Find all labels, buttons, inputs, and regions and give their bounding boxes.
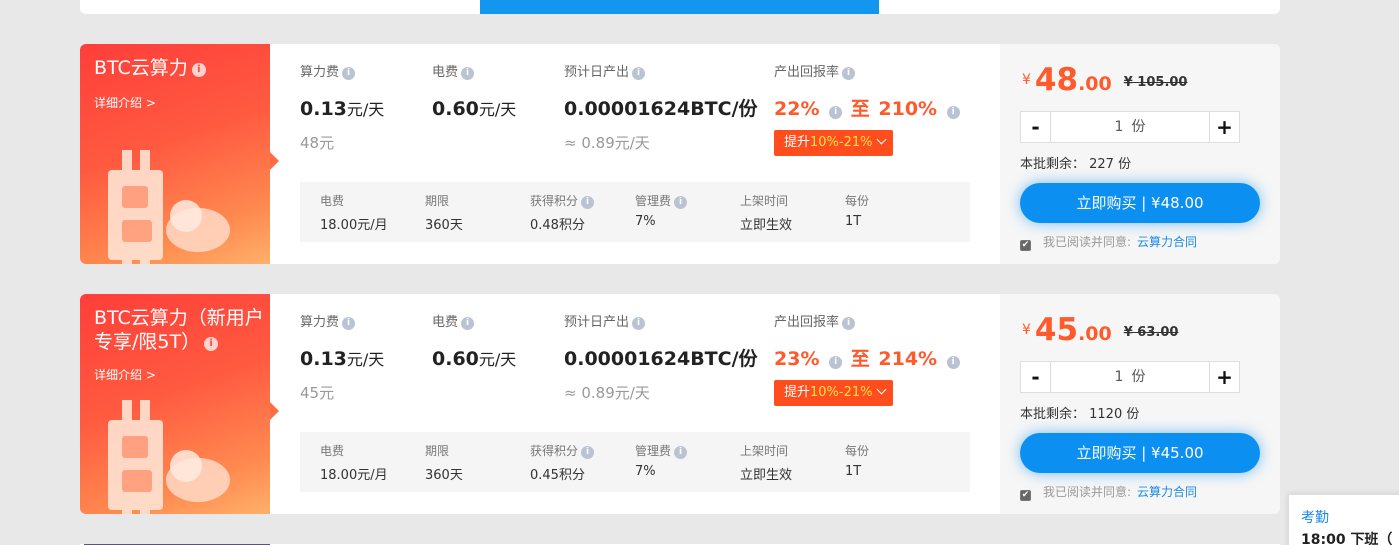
remaining-stock: 本批剩余： 1120 份 (1020, 407, 1140, 422)
spec-item: 管理费 i 7% (635, 192, 688, 229)
boost-dropdown-button[interactable]: 提升10%-21% (774, 380, 893, 406)
product-banner: BTC云算力 i 详细介绍 > (80, 44, 270, 264)
info-icon[interactable]: i (632, 67, 646, 80)
quantity-input[interactable]: 1份 (1052, 112, 1208, 142)
info-icon[interactable]: i (342, 67, 356, 80)
hash-fee-column: 算力费 i 0.13元/天 45元 (300, 315, 385, 402)
buy-now-button[interactable]: 立即购买 | ¥45.00 (1020, 433, 1260, 473)
info-icon[interactable]: i (842, 67, 856, 80)
agreement: ✔ 我已阅读并同意: 云算力合同 (1020, 485, 1198, 501)
price: ¥45.00 ¥ 63.00 (1022, 312, 1179, 348)
elec-fee-column: 电费 i 0.60元/天 (432, 315, 517, 370)
agree-checkbox[interactable]: ✔ (1020, 240, 1031, 251)
contract-link[interactable]: 云算力合同 (1137, 485, 1197, 499)
product-title: BTC云算力 i (94, 56, 264, 80)
decrement-button[interactable]: - (1021, 112, 1051, 142)
spec-item: 获得积分 i 0.45积分 (530, 442, 595, 483)
info-icon[interactable]: i (946, 356, 960, 369)
spec-item: 上架时间 立即生效 (740, 194, 793, 233)
banner-notch (270, 402, 279, 420)
info-icon[interactable]: i (461, 317, 475, 330)
product-stats: 算力费 i 0.13元/天 45元 电费 i 0.60元/天 预计日产出 i 0.00… (270, 294, 1000, 514)
top-tab-bar (80, 0, 1280, 14)
original-price: ¥ 105.00 (1123, 75, 1188, 90)
info-icon[interactable]: i (342, 317, 356, 330)
spec-item: 每份 1T (845, 444, 870, 479)
info-icon[interactable]: i (581, 446, 595, 459)
increment-button[interactable]: + (1209, 112, 1239, 142)
detail-link[interactable]: 详细介绍 > (94, 94, 156, 111)
popup-value: 18:00 下班（ (1301, 532, 1393, 545)
bitcoin-illustration-icon (108, 400, 230, 514)
product-title: BTC云算力（新用户专享/限5T） i (94, 307, 264, 353)
product-banner: BTC云算力（新用户专享/限5T） i 详细介绍 > (80, 294, 270, 514)
agreement: ✔ 我已阅读并同意: 云算力合同 (1020, 235, 1198, 251)
hash-fee-column: 算力费 i 0.13元/天 48元 (300, 65, 385, 152)
info-icon[interactable]: i (946, 106, 960, 119)
active-tab-indicator[interactable] (480, 0, 879, 14)
quantity-stepper: - 1份 + (1020, 111, 1240, 143)
return-rate-column: 产出回报率 i 22% i 至 210% i 提升10%-21% (774, 64, 960, 156)
increment-button[interactable]: + (1209, 362, 1239, 392)
spec-item: 获得积分 i 0.48积分 (530, 192, 595, 233)
info-icon[interactable]: i (829, 106, 843, 119)
chevron-down-icon (876, 134, 886, 145)
agree-checkbox[interactable]: ✔ (1020, 490, 1031, 501)
bitcoin-illustration-icon (108, 150, 230, 264)
spec-item: 上架时间 立即生效 (740, 444, 793, 483)
purchase-panel: ¥48.00 ¥ 105.00 - 1份 + 本批剩余： 227 份 立即购买 |… (1000, 44, 1280, 264)
product-stats: 算力费 i 0.13元/天 48元 电费 i 0.60元/天 预计日产出 i 0.00… (270, 44, 1000, 264)
spec-item: 每份 1T (845, 194, 870, 229)
buy-now-button[interactable]: 立即购买 | ¥48.00 (1020, 183, 1260, 223)
spec-item: 期限 360天 (425, 444, 463, 483)
attendance-popup[interactable]: 考勤 18:00 下班（ (1288, 494, 1399, 545)
chevron-down-icon (876, 384, 886, 395)
price: ¥48.00 ¥ 105.00 (1022, 62, 1188, 98)
spec-item: 期限 360天 (425, 194, 463, 233)
contract-link[interactable]: 云算力合同 (1137, 235, 1197, 249)
product-card: BTC云算力 i 详细介绍 > 算力费 i 0.13元/天 48元 电费 i 0… (80, 44, 1280, 264)
spec-panel: 电费 18.00元/月 期限 360天 获得积分 i 0.48积分 管理费 i 7% 上架时… (300, 182, 970, 242)
popup-title: 考勤 (1301, 510, 1329, 526)
daily-output-column: 预计日产出 i 0.00001624BTC/份 ≈ 0.89元/天 (564, 315, 758, 402)
decrement-button[interactable]: - (1021, 362, 1051, 392)
spec-item: 电费 18.00元/月 (320, 444, 388, 483)
info-icon[interactable]: i (674, 446, 688, 459)
boost-dropdown-button[interactable]: 提升10%-21% (774, 130, 893, 156)
quantity-stepper: - 1份 + (1020, 361, 1240, 393)
elec-fee-column: 电费 i 0.60元/天 (432, 65, 517, 120)
spec-item: 管理费 i 7% (635, 442, 688, 479)
info-icon[interactable]: i (204, 337, 219, 351)
return-rate-column: 产出回报率 i 23% i 至 214% i 提升10%-21% (774, 314, 960, 406)
info-icon[interactable]: i (632, 317, 646, 330)
info-icon[interactable]: i (581, 196, 595, 209)
spec-item: 电费 18.00元/月 (320, 194, 388, 233)
spec-panel: 电费 18.00元/月 期限 360天 获得积分 i 0.45积分 管理费 i 7% 上架时… (300, 432, 970, 492)
info-icon[interactable]: i (842, 317, 856, 330)
product-card: BTC云算力（新用户专享/限5T） i 详细介绍 > 算力费 i 0.13元/天 4… (80, 294, 1280, 514)
info-icon[interactable]: i (461, 67, 475, 80)
quantity-input[interactable]: 1份 (1052, 362, 1208, 392)
info-icon[interactable]: i (829, 356, 843, 369)
info-icon[interactable]: i (674, 196, 688, 209)
banner-notch (270, 152, 279, 170)
remaining-stock: 本批剩余： 227 份 (1020, 157, 1132, 172)
info-icon[interactable]: i (191, 63, 206, 77)
original-price: ¥ 63.00 (1123, 325, 1179, 340)
daily-output-column: 预计日产出 i 0.00001624BTC/份 ≈ 0.89元/天 (564, 65, 758, 152)
purchase-panel: ¥45.00 ¥ 63.00 - 1份 + 本批剩余： 1120 份 立即购买 |… (1000, 294, 1280, 514)
